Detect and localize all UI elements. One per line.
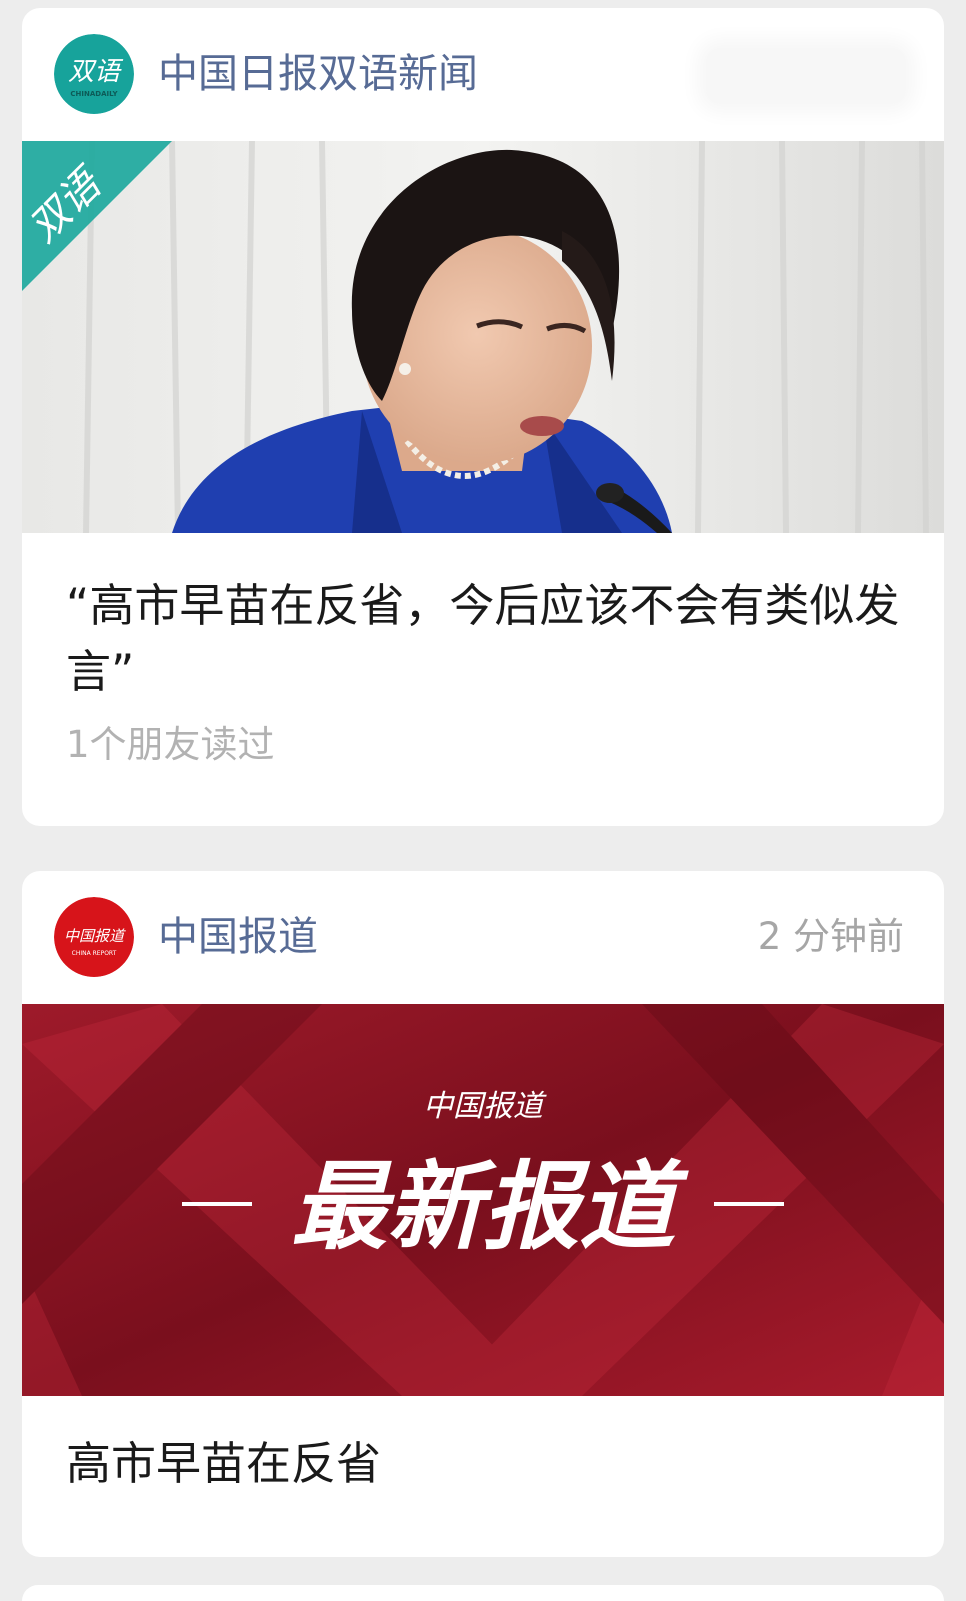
svg-text:CHINA REPORT: CHINA REPORT bbox=[72, 950, 117, 957]
read-count: 1个朋友读过 bbox=[66, 723, 275, 766]
account-name[interactable]: 中国报道 bbox=[158, 909, 318, 965]
account-name[interactable]: 中国日报双语新闻 bbox=[158, 46, 478, 102]
next-card-edge bbox=[22, 1585, 944, 1601]
china-report-logo-icon: 中国报道 CHINA REPORT bbox=[54, 897, 134, 977]
article-card[interactable]: 双语 CHINADAILY 中国日报双语新闻 双语 “高市早苗在反省，今后应该不… bbox=[22, 8, 944, 826]
article-title[interactable]: 高市早苗在反省 bbox=[66, 1431, 900, 1497]
latest-report-banner: 中国报道 最新报道 bbox=[22, 1004, 944, 1396]
article-title[interactable]: “高市早苗在反省，今后应该不会有类似发言” bbox=[66, 573, 900, 705]
banner-headline: 最新报道 bbox=[291, 1151, 689, 1263]
publish-time: 2 分钟前 bbox=[757, 915, 904, 958]
blurred-region bbox=[706, 48, 906, 104]
account-avatar[interactable]: 中国报道 CHINA REPORT bbox=[54, 897, 134, 977]
svg-text:中国报道: 中国报道 bbox=[64, 927, 126, 945]
article-cover-image[interactable]: 双语 bbox=[22, 140, 944, 534]
article-card[interactable]: 中国报道 CHINA REPORT 中国报道 2 分钟前 中国报道 最新报道 高… bbox=[22, 871, 944, 1557]
svg-text:双语: 双语 bbox=[68, 57, 124, 87]
svg-text:CHINADAILY: CHINADAILY bbox=[70, 90, 118, 98]
account-avatar[interactable]: 双语 CHINADAILY bbox=[54, 34, 134, 114]
banner-brand: 中国报道 bbox=[423, 1089, 547, 1124]
card-header: 中国报道 CHINA REPORT 中国报道 2 分钟前 bbox=[22, 871, 944, 1003]
card-header: 双语 CHINADAILY 中国日报双语新闻 bbox=[22, 8, 944, 140]
photo-woman-speaking: 双语 bbox=[22, 140, 944, 534]
article-cover-image[interactable]: 中国报道 最新报道 bbox=[22, 1004, 944, 1396]
chinadaily-logo-icon: 双语 CHINADAILY bbox=[54, 34, 134, 114]
